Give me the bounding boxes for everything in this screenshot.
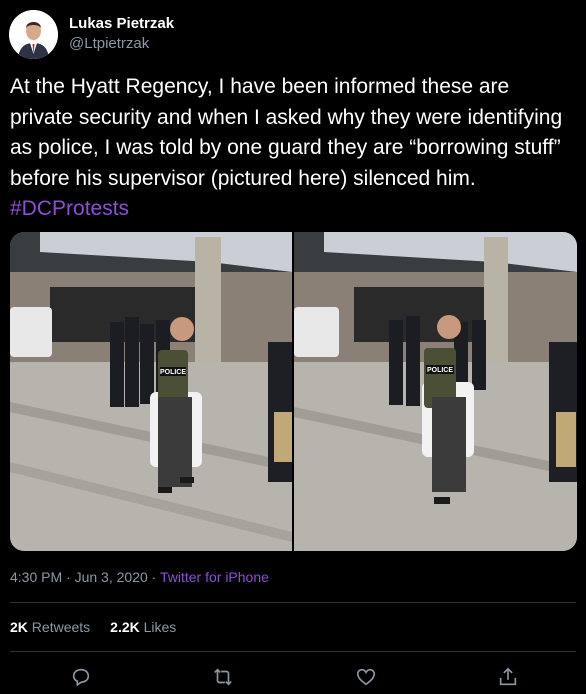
photo-left[interactable]: POLICE [10, 232, 292, 551]
hashtag-link[interactable]: #DCProtests [10, 197, 129, 220]
divider [10, 602, 576, 603]
tweet-meta: 4:30 PM · Jun 3, 2020 · Twitter for iPho… [10, 569, 269, 585]
meta-separator: · [66, 569, 71, 585]
tweet-time[interactable]: 4:30 PM [10, 569, 62, 585]
meta-separator: · [151, 569, 157, 585]
author-handle[interactable]: @Ltpietrzak [69, 34, 174, 54]
vest-label-right: POLICE [427, 367, 453, 374]
likes-count: 2.2K [110, 619, 140, 635]
avatar[interactable] [9, 9, 58, 59]
tweet-date[interactable]: Jun 3, 2020 [75, 569, 148, 585]
tweet-text: At the Hyatt Regency, I have been inform… [10, 72, 576, 225]
like-icon[interactable] [353, 664, 379, 690]
tweet-actions [0, 664, 586, 690]
likes-stat[interactable]: 2.2K Likes [110, 619, 176, 635]
reply-icon[interactable] [68, 664, 94, 690]
retweets-stat[interactable]: 2K Retweets [10, 619, 90, 635]
tweet-header: Lukas Pietrzak @Ltpietrzak [9, 9, 174, 59]
tweet-media: POLICE POLICE [10, 232, 577, 551]
tweet-stats: 2K Retweets 2.2K Likes [10, 619, 176, 635]
tweet-source-link[interactable]: Twitter for iPhone [160, 569, 269, 585]
share-icon[interactable] [495, 664, 521, 690]
divider [10, 651, 576, 652]
retweets-label: Retweets [31, 619, 91, 635]
retweet-icon[interactable] [210, 664, 236, 690]
vest-label: POLICE [160, 369, 186, 376]
author-display-name[interactable]: Lukas Pietrzak [69, 14, 174, 34]
tweet-body: At the Hyatt Regency, I have been inform… [10, 75, 563, 190]
retweets-count: 2K [10, 619, 28, 635]
likes-label: Likes [143, 619, 177, 635]
photo-right[interactable]: POLICE [294, 232, 577, 551]
